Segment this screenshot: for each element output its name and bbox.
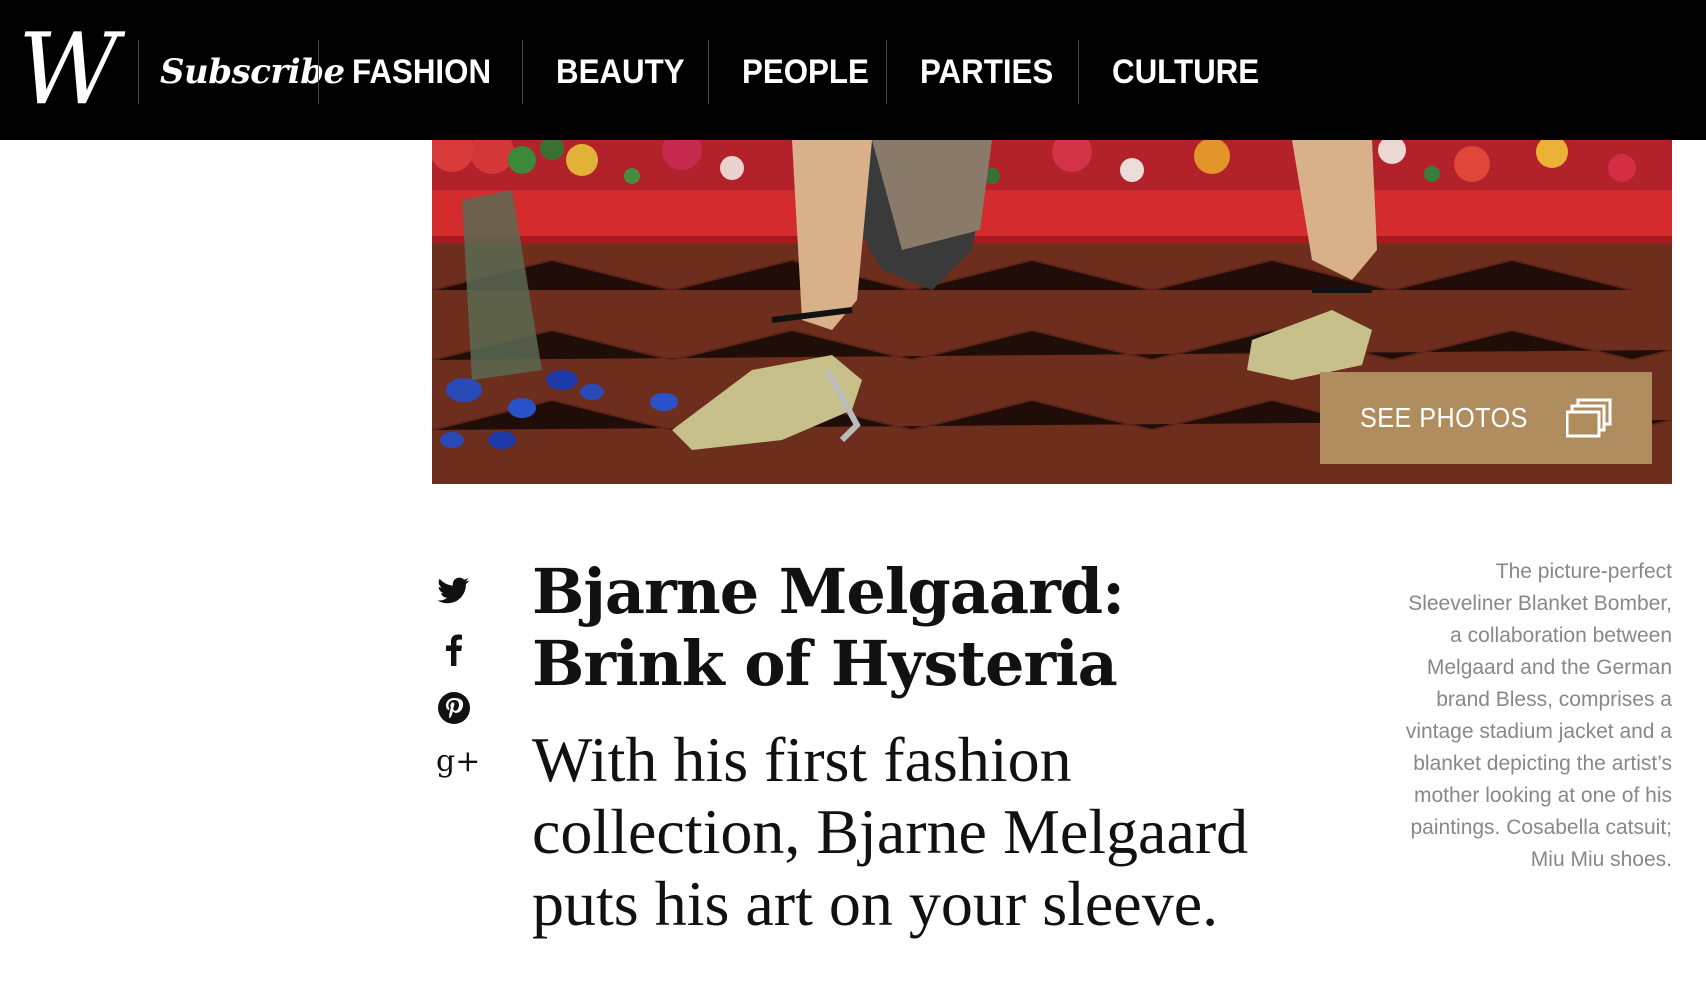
nav-divider — [522, 40, 523, 104]
nav-beauty-link[interactable]: BEAUTY — [556, 44, 685, 100]
nav-divider — [1078, 40, 1079, 104]
nav-people-link[interactable]: PEOPLE — [742, 44, 869, 100]
gallery-icon — [1566, 398, 1612, 438]
nav-fashion-link[interactable]: FASHION — [352, 44, 491, 100]
top-navigation-bar: W Subscribe FASHION BEAUTY PEOPLE PARTIE… — [0, 0, 1706, 140]
nav-parties-link[interactable]: PARTIES — [920, 44, 1053, 100]
article-headline: Bjarne Melgaard: Brink of Hysteria — [532, 555, 1125, 700]
pinterest-icon[interactable] — [436, 690, 472, 726]
nav-divider — [318, 40, 319, 104]
facebook-icon[interactable] — [436, 632, 472, 668]
article-dek: With his first fashion collection, Bjarn… — [532, 724, 1249, 939]
nav-subscribe-link[interactable]: Subscribe — [160, 44, 345, 100]
twitter-icon[interactable] — [436, 572, 472, 608]
google-plus-icon[interactable]: g+ — [436, 742, 480, 782]
w-magazine-logo[interactable]: W — [18, 21, 119, 119]
nav-divider — [708, 40, 709, 104]
nav-divider — [138, 40, 139, 104]
see-photos-button[interactable]: SEE PHOTOS — [1320, 372, 1652, 464]
nav-divider — [886, 40, 887, 104]
see-photos-label: SEE PHOTOS — [1360, 402, 1528, 433]
nav-culture-link[interactable]: CULTURE — [1112, 44, 1259, 100]
photo-caption: The picture-perfect Sleeveliner Blanket … — [1405, 560, 1672, 871]
